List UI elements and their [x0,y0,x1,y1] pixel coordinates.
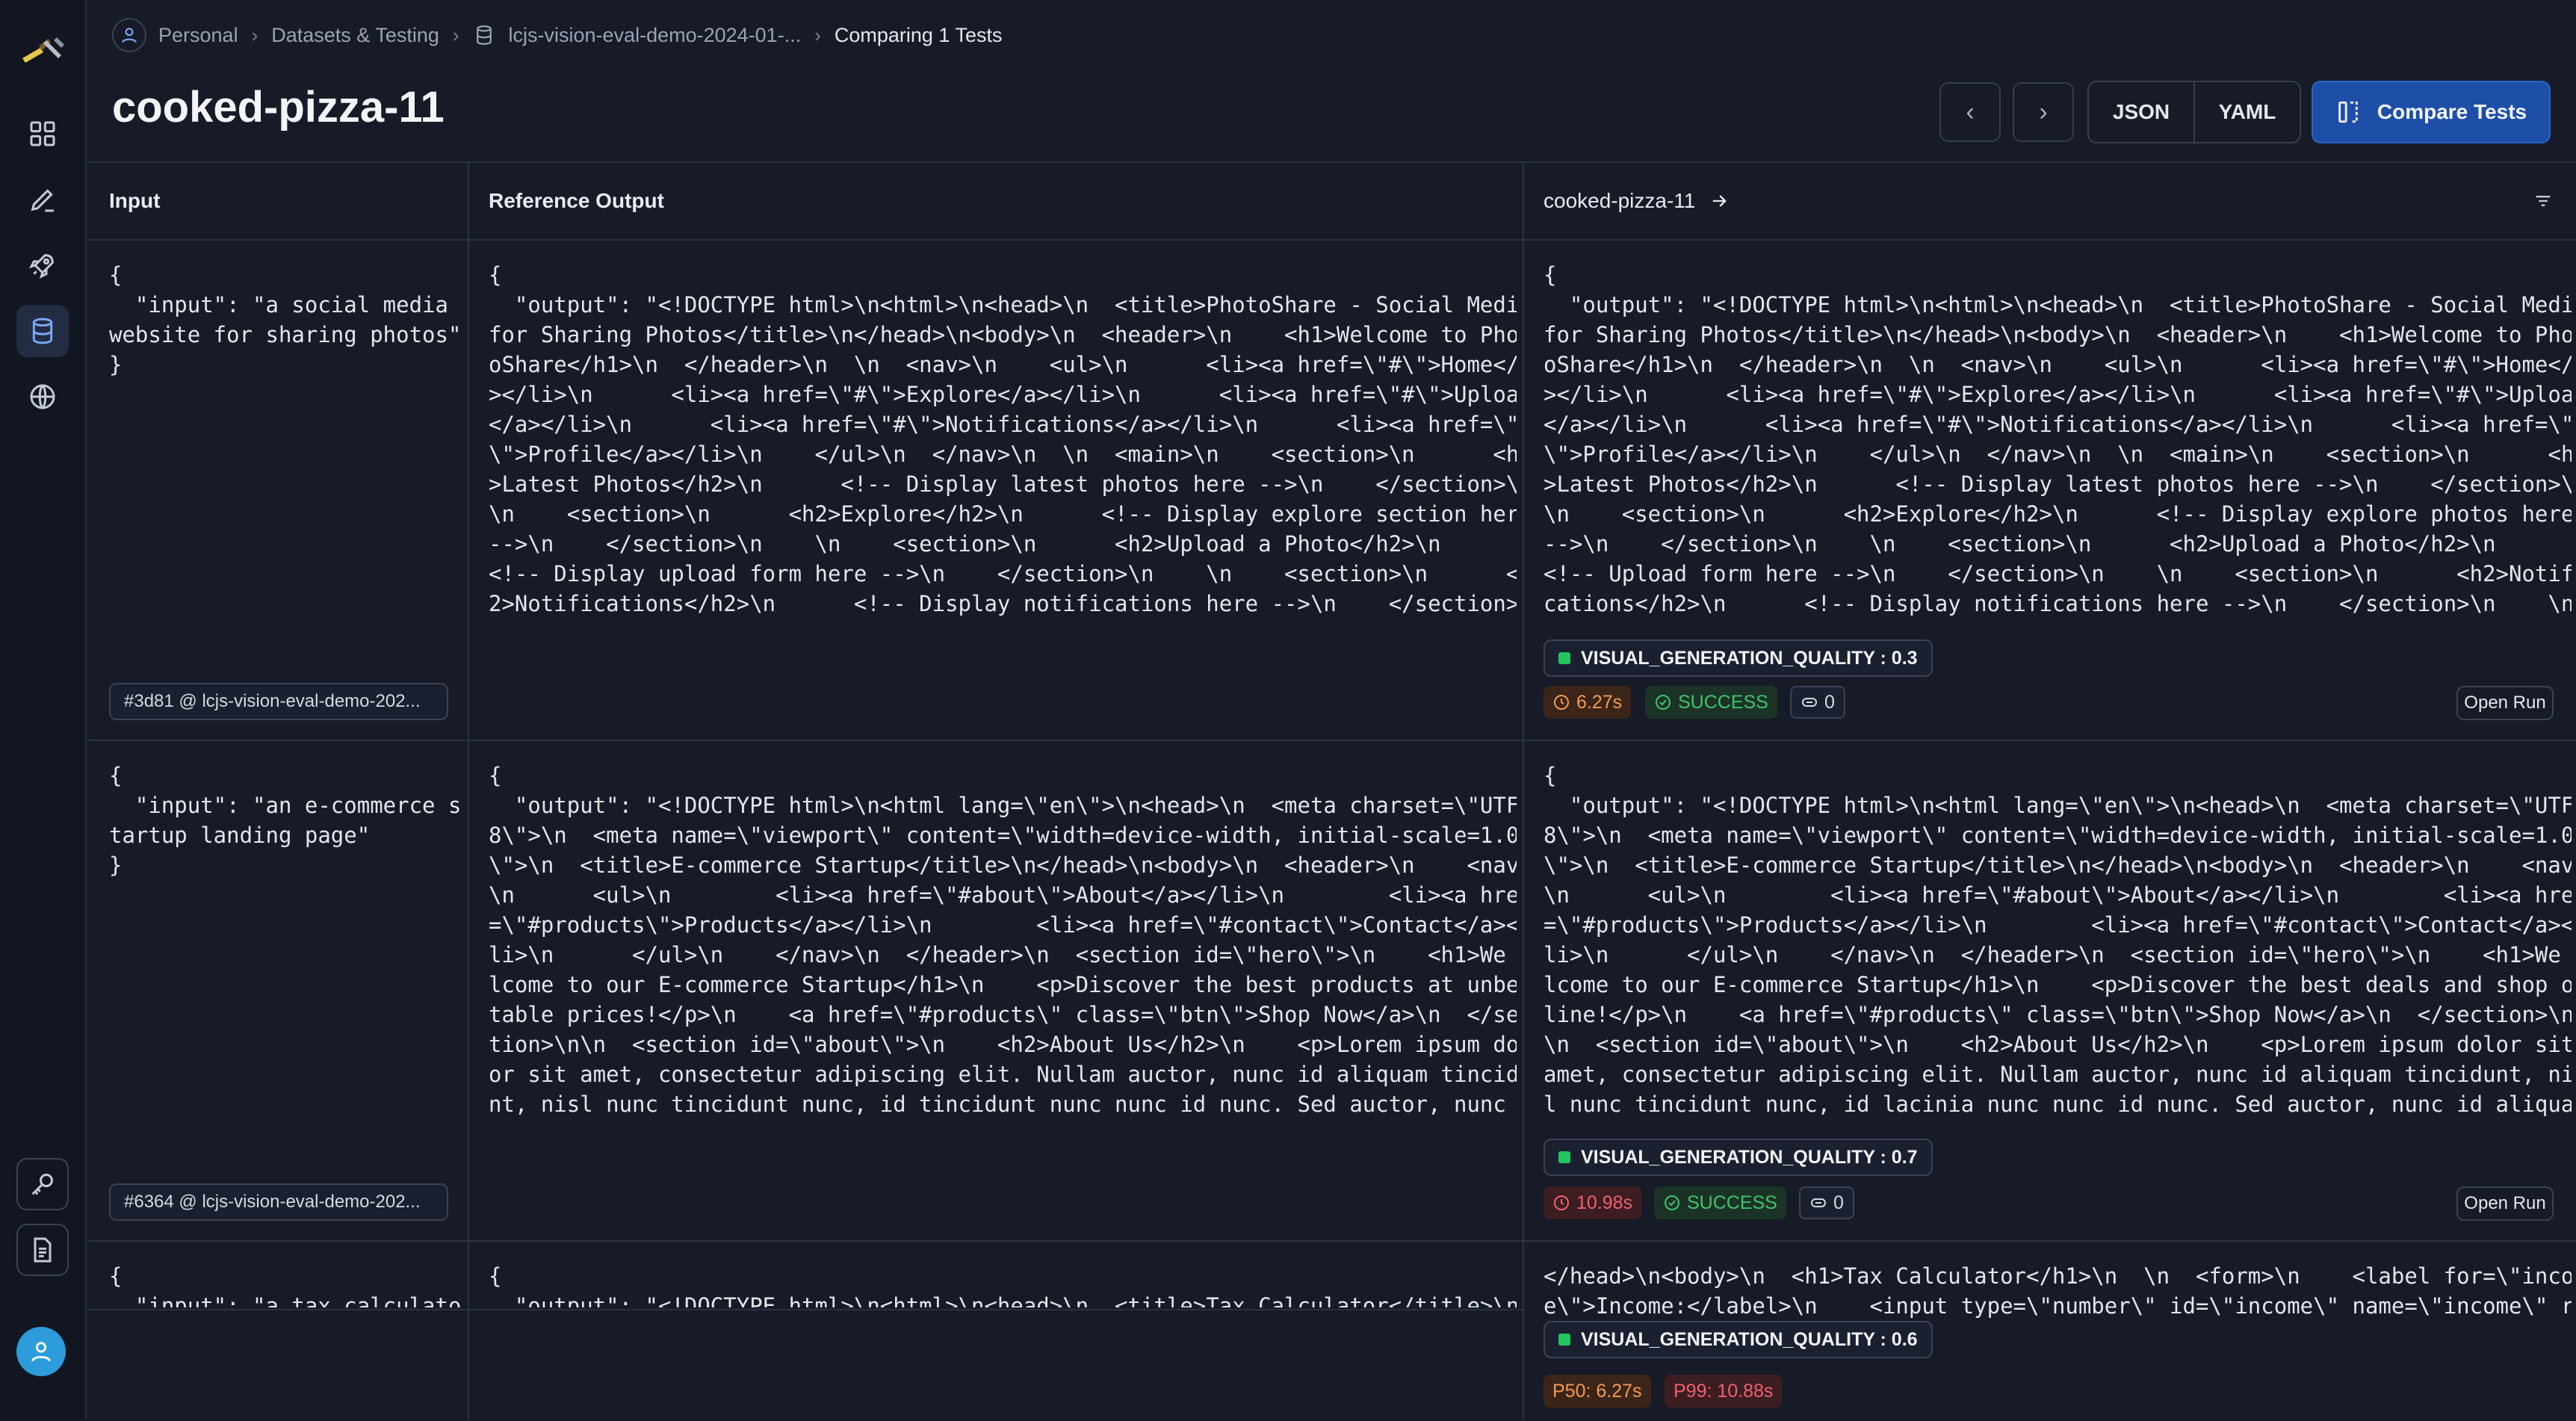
comment-count-badge[interactable]: 0 [1790,686,1845,719]
grid-icon[interactable] [16,108,69,160]
breadcrumb-dataset[interactable]: lcjs-vision-eval-demo-2024-01-... [509,24,802,47]
p50-latency-badge: P50: 6.27s [1544,1375,1651,1408]
run-output-cell: { "output": "<!DOCTYPE html>\n<html lang… [1544,763,2572,1117]
summary-feedback-chip[interactable]: VISUAL_GENERATION_QUALITY : 0.6 [1544,1321,1933,1358]
compare-tests-button[interactable]: Compare Tests [2312,81,2551,143]
pencil-icon[interactable] [16,173,69,226]
compare-columns-icon [2335,99,2361,125]
reference-output-cell: { "output": "<!DOCTYPE html>\n<html lang… [489,763,1517,1117]
open-run-button[interactable]: Open Run [2456,1186,2554,1221]
open-run-button[interactable]: Open Run [2456,686,2554,720]
status-badge: SUCCESS [1654,1186,1786,1219]
feedback-color-swatch [1558,652,1570,664]
status-label: SUCCESS [1687,1192,1777,1213]
chevron-right-icon: › [814,23,821,46]
column-header-reference: Reference Output [469,163,1523,241]
comment-icon [1801,693,1818,711]
chevron-right-icon: › [2039,97,2048,126]
status-label: SUCCESS [1678,691,1768,713]
dataset-icon [473,24,495,46]
run-header-label[interactable]: cooked-pizza-11 [1544,189,1695,213]
comparison-table: Input Reference Output cooked-pizza-11 {… [88,161,2576,1421]
comment-count-badge[interactable]: 0 [1799,1186,1854,1219]
column-header-run[interactable]: cooked-pizza-11 [1524,163,2576,241]
key-icon[interactable] [16,1158,69,1210]
input-cell: { "input": "an e-commerce s tartup landi… [109,763,460,878]
arrow-right-icon[interactable] [1709,191,1730,211]
person-icon [112,18,146,52]
table-footer [88,1309,1523,1421]
latency-value: 10.98s [1576,1192,1633,1213]
previous-button[interactable]: ‹ [1939,82,2001,142]
left-nav-rail [0,0,87,1420]
p99-latency-badge: P99: 10.88s [1665,1375,1783,1408]
breadcrumb-current: Comparing 1 Tests [834,23,1003,46]
filter-icon[interactable] [2533,191,2554,211]
reference-output-cell: { "output": "<!DOCTYPE html>\n<html>\n<h… [489,1263,1517,1307]
latency-badge: 6.27s [1544,686,1632,719]
row-divider [88,1240,2576,1242]
reference-output-cell: { "output": "<!DOCTYPE html>\n<html>\n<h… [489,262,1517,616]
latency-badge: 10.98s [1544,1186,1642,1219]
breadcrumb-datasets[interactable]: Datasets & Testing [271,24,439,47]
run-output-cell: { "output": "<!DOCTYPE html>\n<html>\n<h… [1544,262,2572,616]
feedback-color-swatch [1558,1334,1570,1346]
feedback-label: VISUAL_GENERATION_QUALITY : 0.3 [1581,647,1918,669]
input-cell: { "input": "a social media website for s… [109,262,460,377]
check-circle-icon [1654,693,1672,711]
page-title: cooked-pizza-11 [112,83,445,131]
rocket-icon[interactable] [16,239,69,291]
format-toggle: JSON YAML [2087,81,2301,143]
check-circle-icon [1663,1194,1681,1212]
user-avatar[interactable] [16,1327,66,1376]
next-button[interactable]: › [2013,82,2074,142]
chevron-left-icon: ‹ [1966,97,1975,126]
row-divider [88,740,2576,741]
latency-value: 6.27s [1576,691,1623,713]
compare-tests-label: Compare Tests [2377,100,2527,123]
status-badge: SUCCESS [1645,686,1777,719]
feedback-score-chip[interactable]: VISUAL_GENERATION_QUALITY : 0.7 [1544,1139,1933,1176]
column-divider [1523,163,1524,1420]
column-divider [468,1309,469,1420]
comment-count: 0 [1824,691,1835,713]
chevron-right-icon: › [251,23,258,46]
app-logo-icon[interactable] [18,33,67,66]
comment-icon [1809,1194,1827,1212]
yaml-button[interactable]: YAML [2193,82,2300,142]
breadcrumb: Personal › Datasets & Testing › lcjs-vis… [112,18,1002,52]
json-button[interactable]: JSON [2089,82,2193,142]
feedback-color-swatch [1558,1151,1570,1163]
example-reference-badge[interactable]: #3d81 @ lcjs-vision-eval-demo-202... [109,683,448,720]
summary-feedback-label: VISUAL_GENERATION_QUALITY : 0.6 [1581,1328,1918,1350]
chevron-right-icon: › [452,23,459,46]
document-icon[interactable] [16,1224,69,1276]
feedback-label: VISUAL_GENERATION_QUALITY : 0.7 [1581,1146,1918,1168]
reference-header-label: Reference Output [489,189,664,212]
comment-count: 0 [1833,1192,1844,1213]
clock-icon [1552,693,1570,711]
example-reference-badge[interactable]: #6364 @ lcjs-vision-eval-demo-202... [109,1183,448,1221]
database-icon[interactable] [16,305,69,357]
clock-icon [1552,1194,1570,1212]
input-cell: { "input": "a tax calculato [109,1263,460,1307]
column-divider [468,163,469,1420]
input-header-label: Input [109,189,161,212]
breadcrumb-personal[interactable]: Personal [158,24,238,47]
run-output-cell: </head>\n<body>\n <h1>Tax Calculator</h1… [1544,1263,2572,1319]
feedback-score-chip[interactable]: VISUAL_GENERATION_QUALITY : 0.3 [1544,640,1933,677]
column-header-input: Input [88,163,468,241]
globe-icon[interactable] [16,371,69,423]
